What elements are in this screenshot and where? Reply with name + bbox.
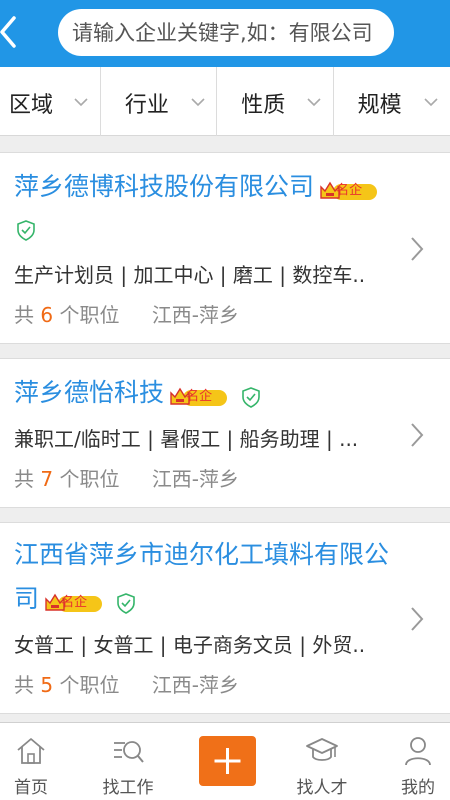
count-prefix: 共 bbox=[14, 673, 34, 697]
tab-find-job[interactable]: 找工作 bbox=[90, 723, 166, 800]
company-name-row: 江西省萍乡市迪尔化工填料有限公 司 名企 bbox=[14, 533, 439, 621]
company-location: 江西-萍乡 bbox=[151, 303, 240, 327]
bottom-tab-bar: 首页 找工作 找人才 我的 bbox=[0, 722, 450, 800]
verified-shield-icon bbox=[117, 592, 136, 614]
job-titles: 女普工 | 女普工 | 电子商务文员 | 外贸.. bbox=[14, 633, 366, 657]
filter-scale-label: 规模 bbox=[357, 93, 402, 118]
job-count-row: 共 5 个职位 江西-萍乡 bbox=[14, 669, 239, 698]
tab-find-job-label: 找工作 bbox=[102, 778, 154, 798]
top-bar bbox=[0, 0, 450, 67]
count-suffix: 个职位 bbox=[59, 303, 120, 327]
company-location: 江西-萍乡 bbox=[151, 673, 240, 697]
filter-nature[interactable]: 性质 bbox=[217, 67, 334, 136]
famous-badge-label: 名企 bbox=[61, 594, 88, 610]
job-count: 7 bbox=[40, 467, 54, 491]
tab-find-talent-label: 找人才 bbox=[296, 778, 348, 798]
search-box[interactable] bbox=[58, 9, 394, 56]
company-name-row: 萍乡德怡科技 名企 bbox=[14, 371, 434, 415]
company-name[interactable]: 萍乡德博科技股份有限公司 bbox=[14, 172, 314, 201]
chevron-right-icon[interactable] bbox=[408, 421, 426, 449]
filter-industry-label: 行业 bbox=[124, 93, 169, 118]
count-suffix: 个职位 bbox=[59, 467, 120, 491]
chevron-down-icon bbox=[74, 98, 88, 107]
famous-badge: 名企 bbox=[169, 386, 229, 408]
job-count-row: 共 6 个职位 江西-萍乡 bbox=[14, 299, 239, 328]
company-name-continued[interactable]: 司 bbox=[14, 584, 39, 613]
user-icon bbox=[405, 737, 431, 766]
plus-icon bbox=[214, 748, 241, 774]
tab-mine[interactable]: 我的 bbox=[390, 723, 446, 800]
job-count-row: 共 7 个职位 江西-萍乡 bbox=[14, 463, 239, 492]
filter-scale[interactable]: 规模 bbox=[334, 67, 450, 136]
company-name[interactable]: 萍乡德怡科技 bbox=[14, 378, 164, 407]
count-suffix: 个职位 bbox=[59, 673, 120, 697]
job-count: 5 bbox=[40, 673, 54, 697]
company-card[interactable]: 萍乡德博科技股份有限公司 名企 生产计划员 | 加工中心 | 磨工 | 数控车.… bbox=[0, 152, 450, 344]
search-input[interactable] bbox=[72, 9, 372, 56]
chevron-down-icon bbox=[191, 98, 205, 107]
chevron-down-icon bbox=[424, 98, 438, 107]
back-icon bbox=[0, 16, 16, 48]
company-name-row: 萍乡德博科技股份有限公司 名企 bbox=[14, 165, 434, 209]
tab-home[interactable]: 首页 bbox=[0, 723, 62, 800]
find-talent-icon bbox=[306, 738, 338, 761]
famous-badge-label: 名企 bbox=[336, 182, 363, 198]
job-count: 6 bbox=[40, 303, 54, 327]
job-titles: 兼职工/临时工 | 暑假工 | 船务助理 | ... bbox=[14, 427, 359, 451]
company-location: 江西-萍乡 bbox=[151, 467, 240, 491]
company-name[interactable]: 江西省萍乡市迪尔化工填料有限公 bbox=[14, 533, 439, 577]
filter-industry[interactable]: 行业 bbox=[101, 67, 218, 136]
chevron-right-icon[interactable] bbox=[408, 605, 426, 633]
famous-badge: 名企 bbox=[44, 592, 104, 614]
filter-region-label: 区域 bbox=[9, 93, 54, 118]
tab-mine-label: 我的 bbox=[401, 778, 435, 798]
count-prefix: 共 bbox=[14, 467, 34, 491]
chevron-down-icon bbox=[307, 98, 321, 107]
filter-bar: 区域 行业 性质 规模 bbox=[0, 67, 450, 136]
home-icon bbox=[17, 738, 45, 764]
filter-region[interactable]: 区域 bbox=[0, 67, 101, 136]
famous-badge: 名企 bbox=[319, 180, 379, 202]
verified-shield-icon bbox=[17, 220, 35, 241]
chevron-right-icon[interactable] bbox=[408, 235, 426, 263]
company-card[interactable]: 江西省萍乡市迪尔化工填料有限公 司 名企 女普工 | 女普工 | 电子商务文员 … bbox=[0, 522, 450, 714]
company-card[interactable]: 萍乡德怡科技 名企 兼职工/临时工 | 暑假工 | 船务助理 | ... 共 7… bbox=[0, 358, 450, 508]
job-titles: 生产计划员 | 加工中心 | 磨工 | 数控车.. bbox=[14, 263, 366, 287]
filter-nature-label: 性质 bbox=[241, 93, 286, 118]
famous-badge-label: 名企 bbox=[186, 388, 213, 404]
find-job-icon bbox=[114, 741, 144, 763]
count-prefix: 共 bbox=[14, 303, 34, 327]
post-button[interactable] bbox=[199, 736, 256, 786]
verified-shield-icon bbox=[242, 386, 261, 408]
tab-find-talent[interactable]: 找人才 bbox=[284, 723, 360, 800]
back-button[interactable] bbox=[0, 14, 22, 50]
tab-home-label: 首页 bbox=[14, 778, 48, 798]
